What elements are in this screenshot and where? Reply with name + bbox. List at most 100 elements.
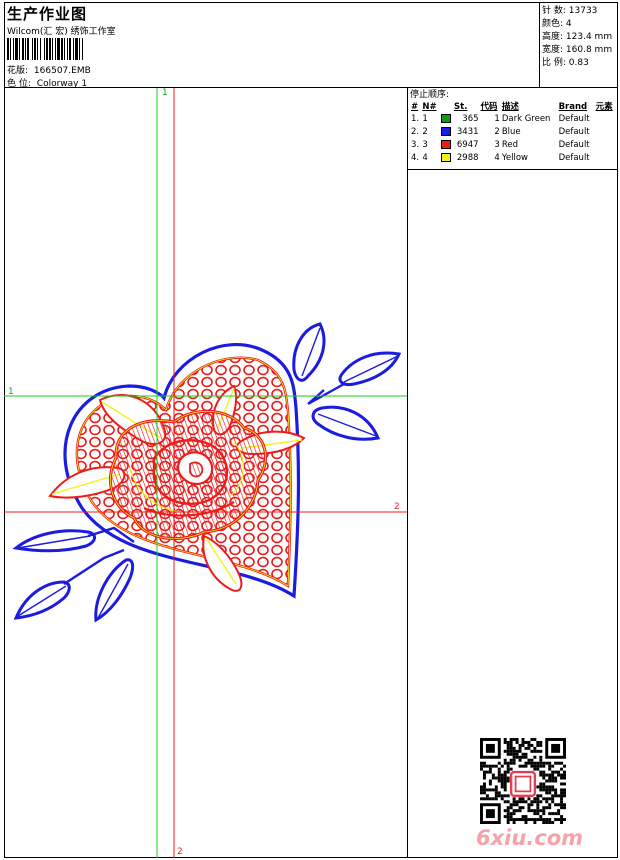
- qr-module: [480, 767, 483, 771]
- qr-module: [542, 812, 546, 816]
- qr-module: [480, 785, 483, 789]
- qr-module: [539, 809, 543, 813]
- qr-module: [539, 815, 543, 819]
- qr-module: [548, 812, 552, 816]
- qr-module: [536, 767, 540, 771]
- qr-finder: [485, 743, 495, 753]
- qr-module: [524, 761, 528, 765]
- qr-module: [503, 779, 507, 783]
- qr-module: [557, 812, 561, 816]
- qr-module: [503, 749, 507, 753]
- qr-module: [518, 749, 522, 753]
- qr-module: [518, 743, 522, 747]
- qr-module: [551, 797, 555, 801]
- col-code: 代码: [480, 102, 498, 112]
- qr-module: [548, 773, 552, 777]
- qr-module: [551, 812, 555, 816]
- qr-module: [509, 818, 513, 822]
- qr-module: [530, 764, 534, 768]
- qr-module: [548, 797, 552, 801]
- green-horizontal-label: 1: [8, 387, 14, 397]
- qr-module: [560, 788, 564, 792]
- qr-module: [530, 818, 534, 822]
- qr-module: [503, 815, 507, 819]
- qr-module: [512, 812, 516, 816]
- qr-module: [560, 761, 564, 765]
- qr-module: [509, 738, 513, 741]
- qr-module: [506, 818, 510, 822]
- qr-module: [563, 764, 566, 768]
- qr-module: [524, 752, 528, 756]
- qr-module: [482, 770, 486, 774]
- qr-module: [563, 794, 566, 798]
- qr-module: [524, 815, 528, 819]
- qr-module: [551, 770, 555, 774]
- qr-module: [533, 749, 537, 753]
- qr-module: [536, 809, 540, 813]
- qr-module: [527, 797, 531, 801]
- qr-module: [533, 797, 537, 801]
- qr-module: [536, 761, 540, 765]
- qr-module: [488, 767, 492, 771]
- qr-module: [563, 806, 566, 810]
- qr-module: [485, 788, 489, 792]
- qr-module: [506, 794, 510, 798]
- qr-module: [560, 806, 564, 810]
- qr-module: [521, 743, 525, 747]
- qr-module: [542, 773, 546, 777]
- qr-module: [548, 785, 552, 789]
- qr-module: [503, 809, 507, 813]
- qr-module: [545, 761, 549, 765]
- design-stats: 针 数: 13733 颜色: 4 高度: 123.4 mm 宽度: 160.8 …: [540, 2, 618, 88]
- qr-module: [560, 821, 564, 824]
- col-needle: N#: [422, 102, 437, 112]
- qr-module: [521, 815, 525, 819]
- stat-colors: 颜色: 4: [542, 19, 572, 29]
- qr-module: [545, 788, 549, 792]
- qr-module: [480, 788, 483, 792]
- qr-module: [500, 797, 504, 801]
- qr-module: [506, 809, 510, 813]
- qr-module: [494, 788, 498, 792]
- qr-module: [494, 794, 498, 798]
- qr-module: [497, 770, 501, 774]
- qr-module: [512, 797, 516, 801]
- qr-module: [539, 740, 543, 744]
- qr-module: [506, 752, 510, 756]
- qr-module: [554, 761, 558, 765]
- qr-module: [506, 776, 510, 780]
- table-row: 3. 3 6947 3 Red Default: [411, 140, 590, 150]
- qr-module: [557, 803, 561, 807]
- color-swatch: [440, 114, 451, 123]
- qr-module: [530, 758, 534, 762]
- qr-module: [482, 785, 486, 789]
- qr-module: [563, 803, 566, 807]
- qr-module: [551, 800, 555, 804]
- studio-name: Wilcom(汇 宏) 绣饰工作室: [7, 27, 116, 37]
- qr-module: [548, 806, 552, 810]
- qr-module: [491, 788, 495, 792]
- qr-module: [506, 740, 510, 744]
- qr-module: [536, 749, 540, 753]
- qr-module: [518, 764, 522, 768]
- qr-module: [494, 764, 498, 768]
- color-swatch: [440, 127, 451, 136]
- qr-module: [548, 791, 552, 795]
- qr-module: [551, 788, 555, 792]
- qr-module: [488, 770, 492, 774]
- qr-module: [527, 758, 531, 762]
- qr-module: [557, 809, 561, 813]
- qr-code: [480, 738, 566, 824]
- qr-module: [545, 800, 549, 804]
- qr-module: [530, 809, 534, 813]
- qr-module: [494, 791, 498, 795]
- green-vertical-label: 1: [162, 88, 168, 98]
- qr-module: [503, 788, 507, 792]
- qr-module: [500, 773, 504, 777]
- qr-module: [530, 761, 534, 765]
- qr-module: [497, 791, 501, 795]
- qr-module: [560, 767, 564, 771]
- qr-module: [527, 818, 531, 822]
- qr-module: [521, 740, 525, 744]
- qr-module: [554, 803, 558, 807]
